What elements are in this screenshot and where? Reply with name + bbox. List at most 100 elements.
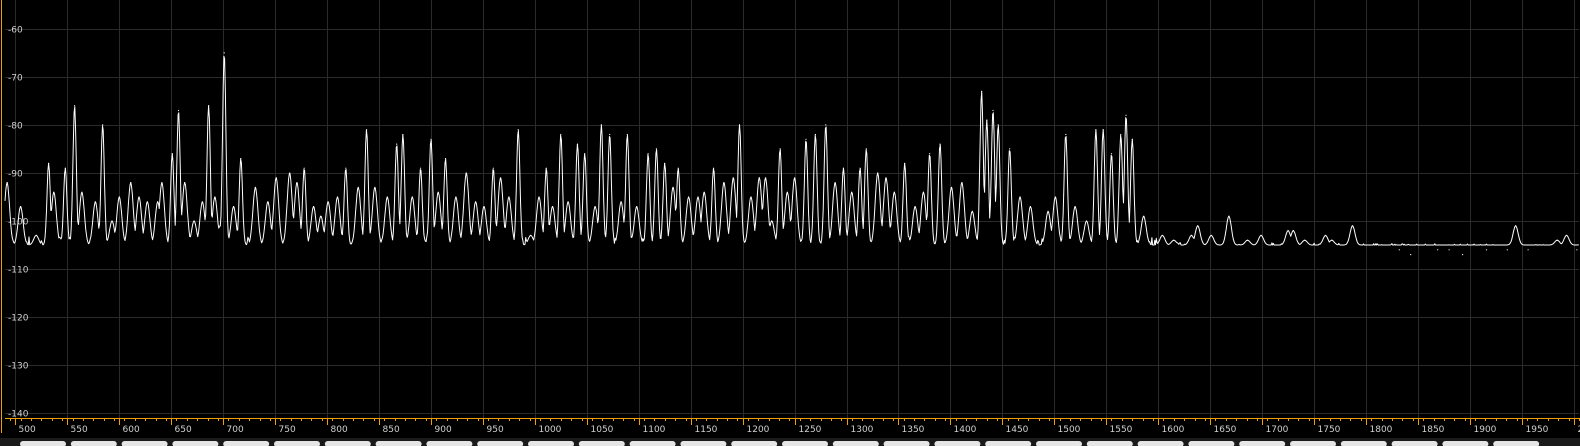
strip-cell[interactable] [426,441,473,446]
x-tick-label: 1800 [1370,425,1393,435]
spectrum-peak-point [560,133,562,136]
spectrum-peak-point [214,196,216,198]
spectrum-peak-point [538,196,540,198]
spectrum-peak-point [655,148,658,150]
spectrum-peak-point [851,191,853,193]
strip-cell[interactable] [832,441,879,446]
spectrum-peak-point [885,177,887,179]
strip-cell[interactable] [375,441,422,446]
spectrum-peak-point [411,196,413,198]
spectrum-peak-point [1331,239,1333,241]
strip-cell[interactable] [1188,441,1235,446]
spectrum-peak-point [1197,225,1199,227]
spectrum-peak-point [971,210,973,212]
spectrum-peak-point [483,206,485,208]
strip-cell[interactable] [1290,441,1336,446]
spectrum-peak-point [402,133,404,136]
spectrum-peak-point [530,234,532,236]
spectrum-peak-point [396,143,398,145]
spectrum-peak-point [444,158,447,160]
spectrum-peak-point [437,191,439,193]
x-tick-label: 700 [227,425,244,435]
strip-cell[interactable] [223,441,270,446]
x-tick-label: 1850 [1422,425,1445,435]
spectrum-peak-point [1085,220,1088,222]
spectrum-peak-point [1247,239,1249,241]
x-tick-label: 1400 [954,425,977,435]
strip-cell[interactable] [528,441,574,446]
strip-cell[interactable] [1493,441,1540,446]
strip-cell[interactable] [782,441,828,446]
spectrum-peak-point [834,182,836,184]
strip-cell[interactable] [934,441,981,446]
spectrum-peak-point [102,124,104,126]
strip-cell[interactable] [477,441,524,446]
spectrum-peak-point [750,196,752,198]
spectrum-peak-point [1210,234,1212,236]
x-tick-label: 1050 [591,425,614,435]
spectrum-peak-point [939,143,941,145]
spectrum-peak-point [1260,234,1262,236]
spectrum-peak-point [950,186,953,188]
spectrum-peak-point [893,191,895,193]
strip-cell[interactable] [680,441,727,446]
strip-cell[interactable] [1239,441,1286,446]
strip-cell[interactable] [70,441,117,446]
strip-cell[interactable] [1340,441,1387,446]
strip-cell[interactable] [1391,441,1438,446]
x-tick-label: 850 [383,425,400,435]
spectrum-peak-point [320,215,322,217]
spectrum-peak-point [997,124,999,126]
spectrum-peak-point [1287,230,1289,232]
spectrum-peak-point [1351,225,1354,227]
spectrum-peak-point [1102,129,1104,131]
spectrum-peak-point [1143,215,1145,217]
x-tick-label: 1550 [1110,425,1133,435]
spectrum-peak-point [594,206,596,208]
spectrum-peak-point [1009,148,1011,150]
spectrum-peak-point [771,220,773,222]
x-tick-label: 1300 [851,425,874,435]
x-tick-label: 750 [279,425,296,435]
spectrum-peak-point [758,177,760,179]
spectrum-peak-point [1527,249,1529,251]
strip-cell[interactable] [1137,441,1184,446]
bottom-scroll-strip[interactable] [0,438,1580,446]
spectrum-peak-point [6,182,8,184]
spectrum-peak-point [825,124,827,126]
strip-cell[interactable] [1086,441,1133,446]
strip-cell[interactable] [1036,441,1082,446]
x-tick-label: 1100 [643,425,666,435]
spectrum-peak-point [492,167,494,169]
spectrum-peak-point [992,109,994,112]
spectrum-peak-point [81,191,83,193]
spectrum-peak-point [703,191,705,193]
spectrum-peak-point [275,177,277,179]
spectrum-peak-point [1304,239,1306,241]
x-tick-label: 1250 [799,425,822,435]
strip-cell[interactable] [629,441,676,446]
strip-cell[interactable] [1442,441,1489,446]
spectrum-peak-point [118,196,120,198]
strip-cell[interactable] [578,441,625,446]
strip-cell[interactable] [883,441,930,446]
strip-cell[interactable] [324,441,371,446]
spectrum-peak-point [914,206,916,208]
spectrum-peak-point [1448,249,1450,251]
strip-cell[interactable] [121,441,168,446]
spectrum-peak-point [161,182,163,184]
spectrum-peak-point [1125,114,1127,116]
spectrum-peak-point [146,201,148,203]
strip-cell[interactable] [20,441,66,446]
strip-cell[interactable] [172,441,219,446]
spectrum-peak-point [1506,249,1508,251]
strip-cell[interactable] [274,441,320,446]
spectrum-peak-point [366,129,368,131]
strip-cell[interactable] [731,441,778,446]
spectrum-peak-point [208,105,210,107]
spectrum-peak-point [1161,234,1163,236]
strip-cell[interactable] [985,441,1032,446]
spectrum-peak-point [336,196,339,198]
spectrum-peak-point [732,177,734,179]
spectrum-peak-point [647,153,649,155]
